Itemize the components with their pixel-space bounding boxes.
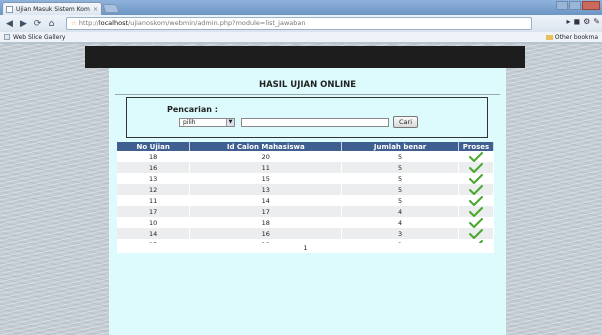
table-row: 18 20 5 [117, 151, 495, 162]
table-row: 11 14 5 [117, 195, 495, 206]
search-category-value: pilih [183, 119, 196, 126]
check-icon[interactable] [468, 217, 483, 228]
cell-no-ujian: 16 [117, 162, 191, 173]
header-no-ujian: No Ujian [117, 142, 191, 151]
browser-titlebar: Ujian Masuk Sistem Kom... × [0, 0, 602, 15]
url-scheme: http:// [78, 19, 99, 27]
url-host: localhost [98, 19, 129, 27]
minimize-button[interactable] [556, 1, 568, 10]
tools-menu-icon[interactable]: ⚙ [583, 17, 590, 26]
check-icon[interactable] [468, 173, 483, 184]
table-row: 14 16 3 [117, 228, 495, 239]
cell-id-calon: 18 [189, 217, 343, 228]
web-slice-icon [4, 34, 10, 40]
star-icon[interactable]: ☆ [71, 19, 77, 27]
browser-tab[interactable]: Ujian Masuk Sistem Kom... × [2, 2, 102, 15]
table-row: 12 13 5 [117, 184, 495, 195]
maximize-button[interactable] [569, 1, 581, 10]
toolbar-right-buttons: ▸ ◼ ⚙ ✎ [566, 17, 600, 26]
table-row: 10 18 4 [117, 217, 495, 228]
other-bookmarks-label: Other bookma [554, 33, 598, 41]
table-row: 16 11 5 [117, 162, 495, 173]
cell-no-ujian: 11 [117, 195, 191, 206]
cell-proses [458, 162, 495, 173]
search-category-select[interactable]: pilih ▼ [179, 118, 235, 127]
cell-no-ujian: 17 [117, 206, 191, 217]
bookmark-web-slice-gallery[interactable]: Web Slice Gallery [13, 34, 65, 41]
close-tab-icon[interactable]: × [90, 6, 101, 13]
header-id-calon: Id Calon Mahasiswa [189, 142, 343, 151]
table-row: 17 17 4 [117, 206, 495, 217]
browser-toolbar: ◀ ▶ ⟳ ⌂ ☆ http://localhost/ujianoskom/we… [0, 15, 602, 32]
cell-id-calon: 16 [189, 228, 343, 239]
pagination[interactable]: 1 [117, 243, 494, 253]
address-bar[interactable]: ☆ http://localhost/ujianoskom/webmin/adm… [66, 17, 532, 30]
home-icon[interactable]: ⌂ [45, 17, 58, 30]
header-proses: Proses [458, 142, 495, 151]
check-icon[interactable] [468, 228, 483, 239]
cell-no-ujian: 12 [117, 184, 191, 195]
search-panel: Pencarian : pilih ▼ Cari [126, 97, 488, 138]
check-icon[interactable] [468, 206, 483, 217]
reload-icon[interactable]: ⟳ [31, 17, 44, 30]
result-table: No Ujian Id Calon Mahasiswa Jumlah benar… [117, 142, 495, 250]
cell-id-calon: 20 [189, 151, 343, 162]
header-jumlah-benar: Jumlah benar [341, 142, 459, 151]
cell-id-calon: 15 [189, 173, 343, 184]
tab-title: Ujian Masuk Sistem Kom... [16, 5, 90, 13]
page-menu-icon[interactable]: ◼ [573, 17, 580, 26]
search-input[interactable] [241, 118, 389, 127]
new-tab-button[interactable] [102, 4, 120, 13]
cell-jumlah-benar: 5 [341, 162, 459, 173]
url-path: /ujianoskom/webmin/admin.php?module=list… [128, 19, 306, 27]
cell-no-ujian: 14 [117, 228, 191, 239]
wrench-icon[interactable]: ✎ [593, 17, 600, 26]
page-viewport: HASIL UJIAN ONLINE Pencarian : pilih ▼ C… [0, 44, 602, 335]
cell-jumlah-benar: 3 [341, 228, 459, 239]
check-icon[interactable] [468, 151, 483, 162]
cell-proses [458, 206, 495, 217]
cell-proses [458, 228, 495, 239]
cell-id-calon: 17 [189, 206, 343, 217]
cell-jumlah-benar: 5 [341, 173, 459, 184]
cell-proses [458, 184, 495, 195]
cell-proses [458, 195, 495, 206]
close-window-button[interactable] [582, 1, 600, 10]
cell-jumlah-benar: 5 [341, 195, 459, 206]
window-controls [556, 1, 600, 10]
cell-id-calon: 11 [189, 162, 343, 173]
cell-jumlah-benar: 4 [341, 217, 459, 228]
cell-id-calon: 13 [189, 184, 343, 195]
cell-jumlah-benar: 4 [341, 206, 459, 217]
check-icon[interactable] [468, 184, 483, 195]
divider [115, 94, 500, 95]
back-arrow-icon[interactable]: ◀ [3, 17, 16, 30]
play-icon[interactable]: ▸ [566, 17, 570, 26]
main-content: HASIL UJIAN ONLINE Pencarian : pilih ▼ C… [109, 68, 506, 335]
cell-no-ujian: 10 [117, 217, 191, 228]
check-icon[interactable] [468, 162, 483, 173]
bookmarks-bar: Web Slice Gallery Other bookma [0, 32, 602, 43]
page-icon [6, 5, 13, 13]
table-header-row: No Ujian Id Calon Mahasiswa Jumlah benar… [117, 142, 495, 151]
chevron-down-icon[interactable]: ▼ [226, 119, 234, 126]
cell-no-ujian: 13 [117, 173, 191, 184]
page-title: HASIL UJIAN ONLINE [258, 80, 357, 90]
table-row: 13 15 5 [117, 173, 495, 184]
cell-id-calon: 14 [189, 195, 343, 206]
check-icon[interactable] [468, 195, 483, 206]
cell-proses [458, 217, 495, 228]
cell-jumlah-benar: 5 [341, 184, 459, 195]
search-button[interactable]: Cari [393, 116, 418, 128]
other-bookmarks[interactable]: Other bookma [545, 33, 598, 41]
search-label: Pencarian : [167, 105, 218, 114]
header-banner [85, 46, 525, 68]
cell-jumlah-benar: 5 [341, 151, 459, 162]
cell-proses [458, 173, 495, 184]
forward-arrow-icon[interactable]: ▶ [17, 17, 30, 30]
cell-proses [458, 151, 495, 162]
cell-no-ujian: 18 [117, 151, 191, 162]
table-body: 18 20 5 16 11 5 13 15 5 12 13 5 11 14 5 17 17 4 10 18 4 14 16 3… [117, 151, 495, 250]
folder-icon [545, 34, 553, 40]
